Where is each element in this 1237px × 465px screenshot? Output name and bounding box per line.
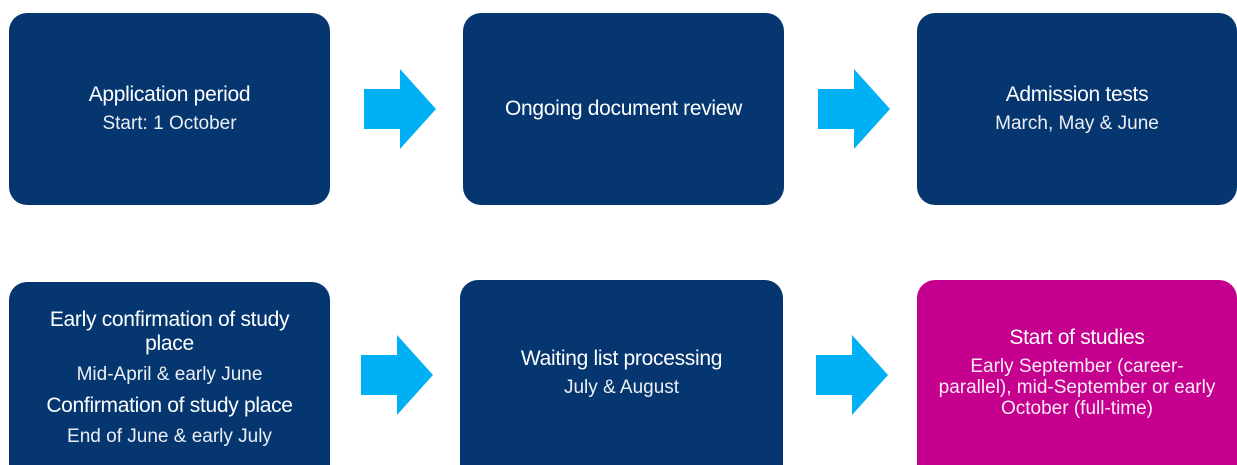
step-subtitle: Early September (career-parallel), mid-S… (938, 356, 1216, 419)
step-subtitle: March, May & June (995, 113, 1159, 134)
step-title-secondary: Confirmation of study place (46, 393, 293, 417)
step-title: Start of studies (1009, 326, 1145, 349)
step-title: Application period (88, 83, 251, 106)
step-document-review: Ongoing document review (463, 13, 784, 205)
arrow-right-icon (816, 335, 888, 415)
step-title: Waiting list processing (520, 346, 723, 370)
arrow-right-icon (361, 335, 433, 415)
step-title: Admission tests (1005, 83, 1149, 106)
step-title: Early confirmation of study place (49, 307, 290, 355)
arrow-right-icon (364, 69, 436, 149)
arrow-right-icon (818, 69, 890, 149)
step-subtitle: Mid-April & early June (76, 363, 263, 385)
step-subtitle: July & August (563, 376, 680, 398)
step-start-of-studies: Start of studies Early September (career… (917, 280, 1237, 465)
step-subtitle-secondary: End of June & early July (67, 425, 272, 447)
step-subtitle: Start: 1 October (102, 113, 237, 134)
step-title: Ongoing document review (504, 97, 743, 120)
step-waiting-list-processing: Waiting list processing July & August (460, 280, 783, 465)
step-application-period: Application period Start: 1 October (9, 13, 330, 205)
process-diagram: Application period Start: 1 October Ongo… (0, 0, 1237, 465)
step-confirmation-of-study-place: Early confirmation of study place Mid-Ap… (9, 282, 330, 465)
step-admission-tests: Admission tests March, May & June (917, 13, 1237, 205)
